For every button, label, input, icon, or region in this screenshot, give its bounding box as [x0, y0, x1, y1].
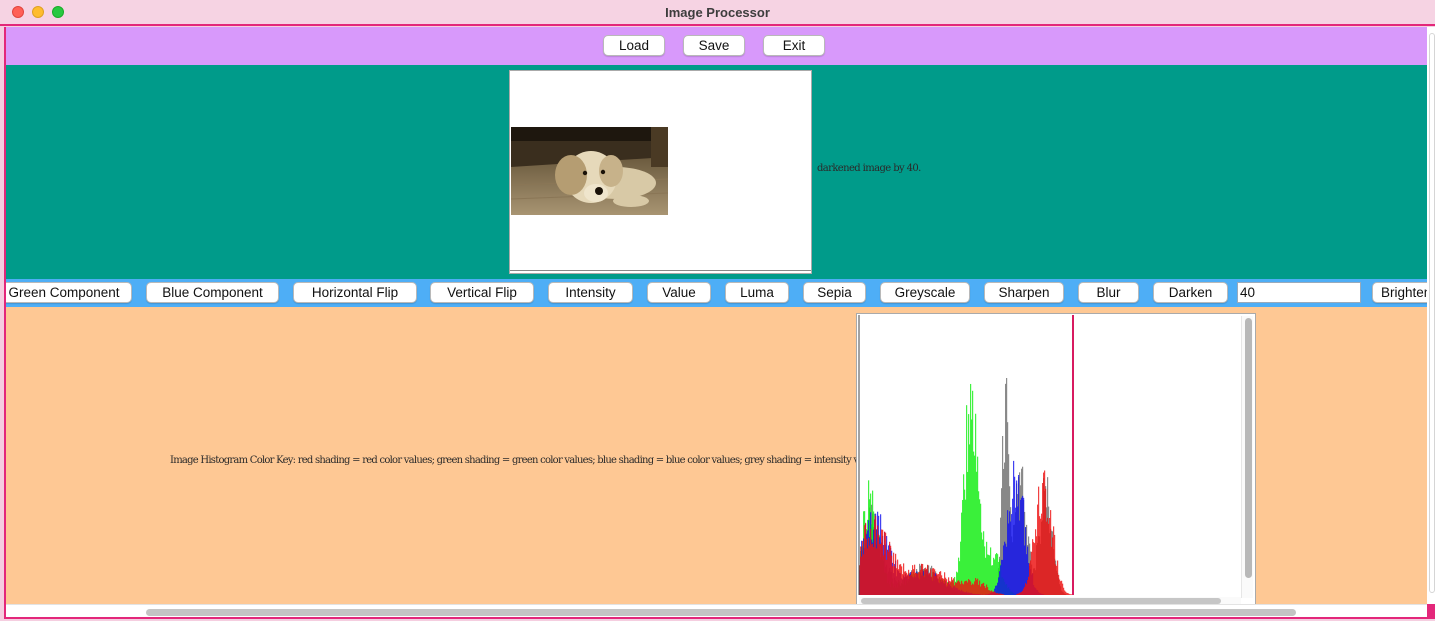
amount-input[interactable]: 40 — [1237, 282, 1361, 303]
histogram-color-key: Image Histogram Color Key: red shading =… — [170, 455, 882, 466]
main-frame: Load Save Exit darkened image by 40. Gre… — [4, 27, 1435, 619]
histogram-vertical-scroll-thumb[interactable] — [1245, 318, 1252, 578]
histogram-scroll-pane — [856, 313, 1256, 606]
dog-photo-icon — [511, 127, 668, 215]
image-display — [509, 70, 812, 274]
operations-toolbar: Green Component Blue Component Horizonta… — [6, 279, 1427, 307]
loaded-image — [511, 127, 668, 215]
app-window: Image Processor Load Save Exit darkened … — [0, 0, 1435, 621]
main-vertical-scroll-thumb[interactable] — [1429, 33, 1435, 593]
image-divider — [510, 270, 811, 271]
window-title: Image Processor — [665, 5, 770, 20]
brighten-button[interactable]: Brighten — [1372, 282, 1427, 303]
main-vertical-scrollbar[interactable] — [1427, 27, 1435, 604]
intensity-button[interactable]: Intensity — [548, 282, 633, 303]
status-message: darkened image by 40. — [817, 163, 921, 174]
value-button[interactable]: Value — [647, 282, 711, 303]
horizontal-flip-button[interactable]: Horizontal Flip — [293, 282, 417, 303]
save-button[interactable]: Save — [683, 35, 745, 56]
blue-component-button[interactable]: Blue Component — [146, 282, 279, 303]
blur-button[interactable]: Blur — [1078, 282, 1139, 303]
histogram-panel: Image Histogram Color Key: red shading =… — [6, 307, 1427, 606]
sepia-button[interactable]: Sepia — [803, 282, 866, 303]
green-component-button[interactable]: Green Component — [6, 282, 132, 303]
image-panel: darkened image by 40. — [6, 65, 1427, 279]
darken-button[interactable]: Darken — [1153, 282, 1228, 303]
greyscale-button[interactable]: Greyscale — [880, 282, 970, 303]
load-button[interactable]: Load — [603, 35, 665, 56]
exit-button[interactable]: Exit — [763, 35, 825, 56]
histogram-vertical-scrollbar[interactable] — [1241, 316, 1253, 598]
vertical-flip-button[interactable]: Vertical Flip — [430, 282, 534, 303]
frame-corner — [1427, 604, 1435, 617]
title-bar: Image Processor — [0, 0, 1435, 26]
luma-button[interactable]: Luma — [725, 282, 789, 303]
histogram-chart — [858, 315, 1074, 595]
main-horizontal-scrollbar[interactable] — [6, 604, 1427, 617]
main-horizontal-scroll-thumb[interactable] — [146, 609, 1296, 616]
file-toolbar: Load Save Exit — [6, 27, 1427, 65]
sharpen-button[interactable]: Sharpen — [984, 282, 1064, 303]
